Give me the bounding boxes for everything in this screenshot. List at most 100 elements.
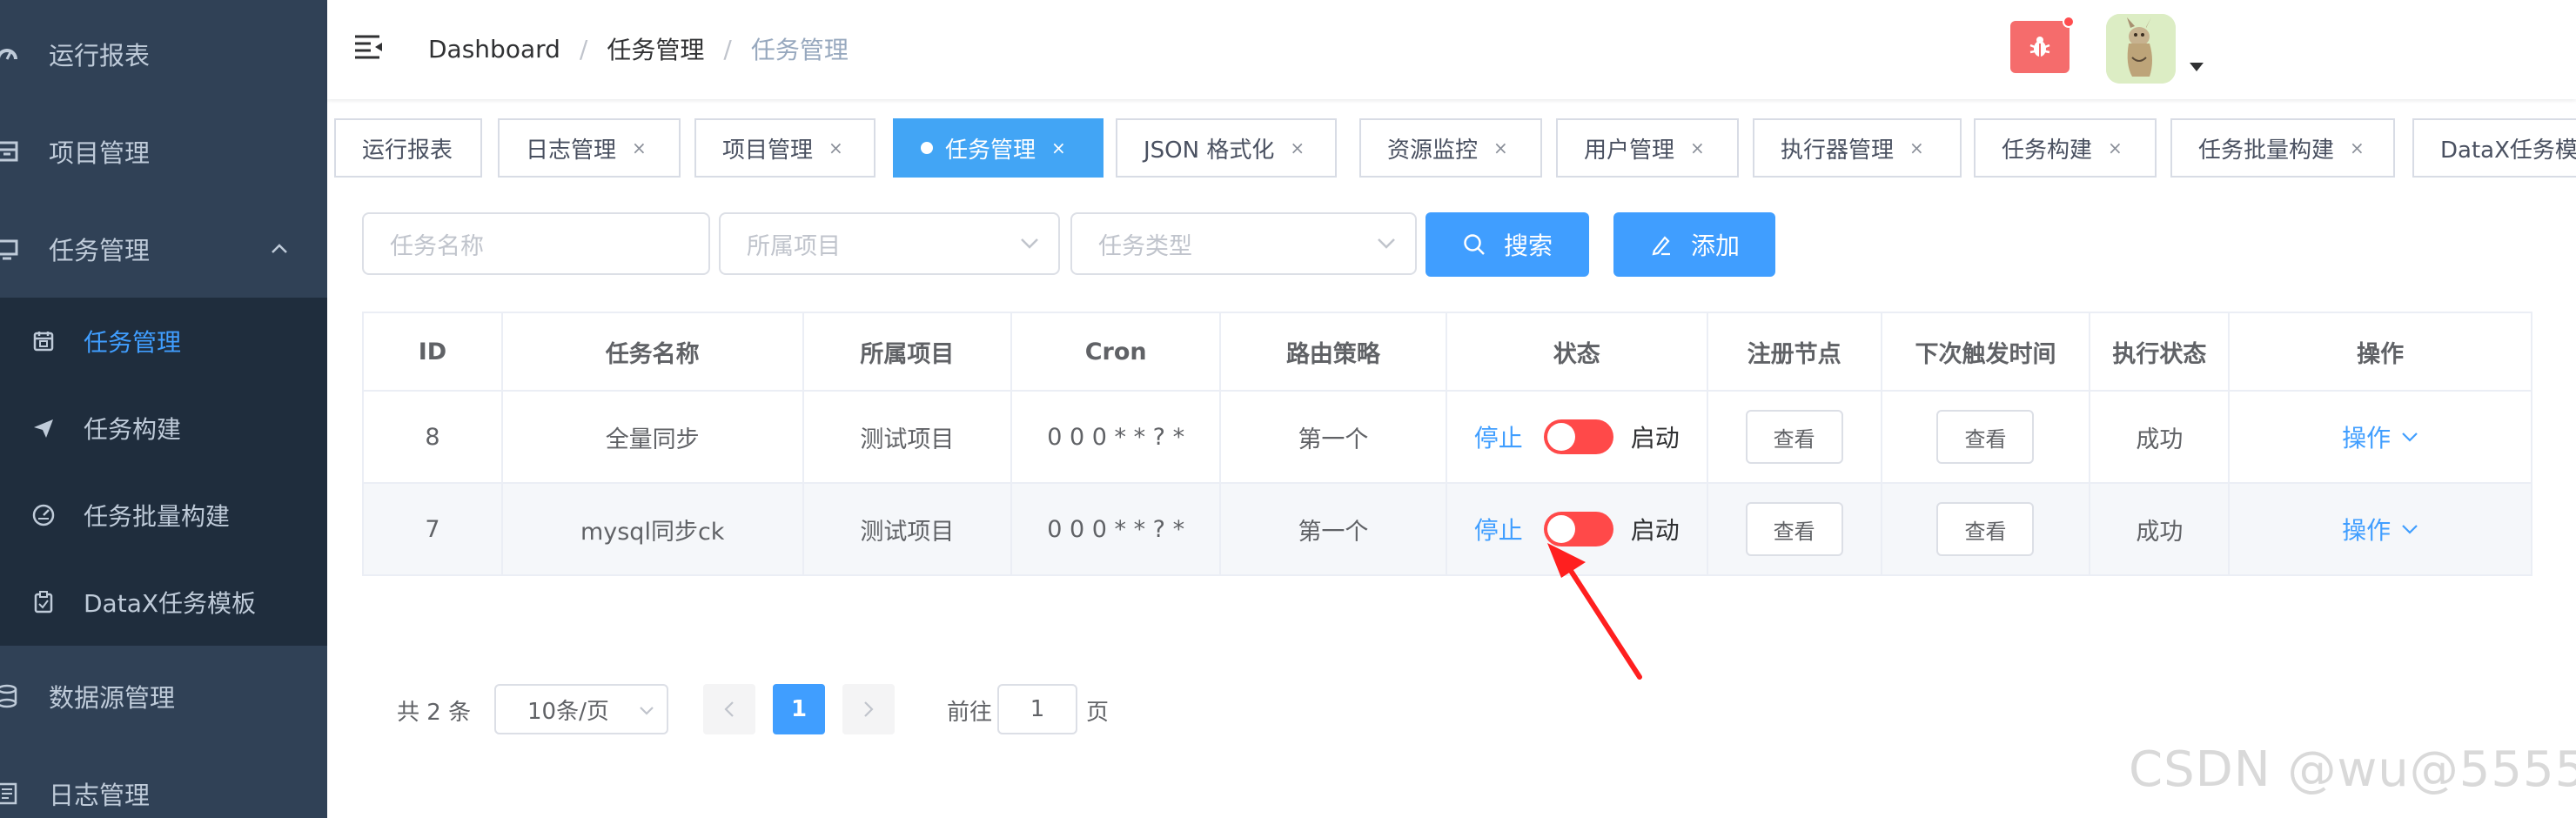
tag-task-build[interactable]: 任务构建 × [1974,118,2157,178]
close-icon[interactable]: × [1051,137,1066,158]
task-type-placeholder: 任务类型 [1098,232,1192,260]
cell-status: 停止 启动 [1445,390,1708,484]
tag-resource-monitor[interactable]: 资源监控 × [1359,118,1542,178]
calendar-icon [33,332,54,352]
table-row: 7 mysql同步ck 测试项目 0 0 0 * * ? * 第一个 停止 启动… [362,482,2532,576]
switch-knob [1546,423,1575,451]
tag-label: 运行报表 [362,137,453,164]
column-header: 下次触发时间 [1880,312,2091,392]
hamburger-icon[interactable] [353,33,385,63]
pagination-total: 共 2 条 [397,700,472,726]
close-icon[interactable]: × [828,137,843,158]
view-node-button[interactable]: 查看 [1745,410,1843,464]
goto-page-input[interactable]: 1 [997,684,1077,734]
sidebar-item-label: 任务管理 [49,236,151,265]
task-name-placeholder: 任务名称 [390,232,484,260]
submenu-item-task-management[interactable]: 任务管理 [0,298,327,385]
sidebar-item-label: 项目管理 [49,138,151,168]
tag-datax-template[interactable]: DataX任务模 [2412,118,2576,178]
table-row: 8 全量同步 测试项目 0 0 0 * * ? * 第一个 停止 启动 查看 查… [362,390,2532,484]
search-icon [1464,234,1485,255]
tag-log-management[interactable]: 日志管理 × [498,118,681,178]
submenu: 任务管理 任务构建 任务批量构建 DataX任务模板 [0,298,327,646]
avatar[interactable] [2106,14,2176,84]
status-start-label[interactable]: 启动 [1631,419,1680,454]
tag-project-management[interactable]: 项目管理 × [694,118,875,178]
cell-project: 测试项目 [802,482,1013,576]
tag-executor-management[interactable]: 执行器管理 × [1753,118,1962,178]
breadcrumb: Dashboard / 任务管理 / 任务管理 [428,31,849,66]
caret-down-icon[interactable] [2188,61,2205,73]
sidebar-item-logs[interactable]: 日志管理 [0,745,327,818]
close-icon[interactable]: × [1690,137,1705,158]
tag-label: JSON 格式化 [1144,137,1275,164]
sidebar-item-dashboard[interactable]: 运行报表 [0,5,327,103]
close-icon[interactable]: × [632,137,647,158]
close-icon[interactable]: × [1909,137,1924,158]
breadcrumb-item-dashboard[interactable]: Dashboard [428,35,560,64]
sidebar-item-project[interactable]: 项目管理 [0,103,327,200]
column-header: 操作 [2228,312,2532,392]
operation-dropdown[interactable]: 操作 [2342,512,2418,546]
tag-batch-build[interactable]: 任务批量构建 × [2170,118,2395,178]
pagination: 共 2 条 10条/页 1 前往 1 页 [0,684,1218,736]
submenu-item-task-build[interactable]: 任务构建 [0,385,327,472]
submenu-item-label: 任务批量构建 [84,502,231,531]
next-page-button[interactable] [842,684,895,734]
view-next-trigger-button[interactable]: 查看 [1936,502,2035,556]
close-icon[interactable]: × [1493,137,1508,158]
view-node-button[interactable]: 查看 [1745,502,1843,556]
tag-task-management[interactable]: 任务管理 × [893,118,1104,178]
chevron-right-icon [864,701,874,717]
cell-next-trigger: 查看 [1880,390,2091,484]
breadcrumb-item-task-management[interactable]: 任务管理 [607,31,704,66]
submenu-item-batch-build[interactable]: 任务批量构建 [0,472,327,559]
page-size-select[interactable]: 10条/页 [494,684,668,734]
close-icon[interactable]: × [2350,137,2365,158]
operation-dropdown[interactable]: 操作 [2342,419,2418,454]
column-header: Cron [1010,312,1222,392]
bug-icon [2029,37,2050,57]
avatar-image [2106,14,2176,84]
error-log-button[interactable] [2010,21,2070,73]
table-header-row: ID 任务名称 所属项目 Cron 路由策略 状态 注册节点 下次触发时间 执行… [362,312,2532,392]
task-type-select[interactable]: 任务类型 [1070,212,1417,275]
page-number-current[interactable]: 1 [773,684,825,734]
close-icon[interactable]: × [1290,137,1305,158]
chevron-up-icon [272,244,287,253]
operation-label: 操作 [2342,424,2392,453]
prev-page-button[interactable] [703,684,755,734]
cell-exec-status: 成功 [2089,482,2231,576]
app-root: 运行报表 项目管理 任务管理 任务管理 任务构建 任务批量构建 DataX任务模… [0,0,2576,818]
cell-task-name: 全量同步 [500,390,804,484]
operation-label: 操作 [2342,516,2392,545]
cell-route: 第一个 [1219,482,1447,576]
sidebar-item-label: 运行报表 [49,41,151,70]
add-button[interactable]: 添加 [1613,212,1775,277]
notification-dot [2063,16,2075,28]
view-next-trigger-button[interactable]: 查看 [1936,410,2035,464]
cell-exec-status: 成功 [2089,390,2231,484]
tag-run-report[interactable]: 运行报表 [334,118,482,178]
search-button[interactable]: 搜索 [1426,212,1589,277]
add-label: 添加 [1690,231,1740,260]
submenu-item-datax-template[interactable]: DataX任务模板 [0,559,327,646]
column-header: 任务名称 [500,312,804,392]
tag-label: 资源监控 [1387,137,1479,164]
project-select[interactable]: 所属项目 [719,212,1060,275]
status-stop-label[interactable]: 停止 [1474,512,1523,546]
tag-label: 执行器管理 [1781,137,1895,164]
column-header: ID [362,312,503,392]
tag-user-management[interactable]: 用户管理 × [1556,118,1739,178]
active-dot-icon [921,142,933,154]
tag-json-format[interactable]: JSON 格式化 × [1116,118,1337,178]
status-stop-label[interactable]: 停止 [1474,419,1523,454]
status-switch[interactable] [1543,419,1613,454]
cell-route: 第一个 [1219,390,1447,484]
sidebar-item-task-management[interactable]: 任务管理 [0,200,327,298]
task-name-input[interactable]: 任务名称 [362,212,710,275]
breadcrumb-item-current: 任务管理 [750,36,849,64]
tag-label: DataX任务模 [2440,137,2576,164]
cell-registry-node: 查看 [1706,482,1882,576]
close-icon[interactable]: × [2108,137,2123,158]
